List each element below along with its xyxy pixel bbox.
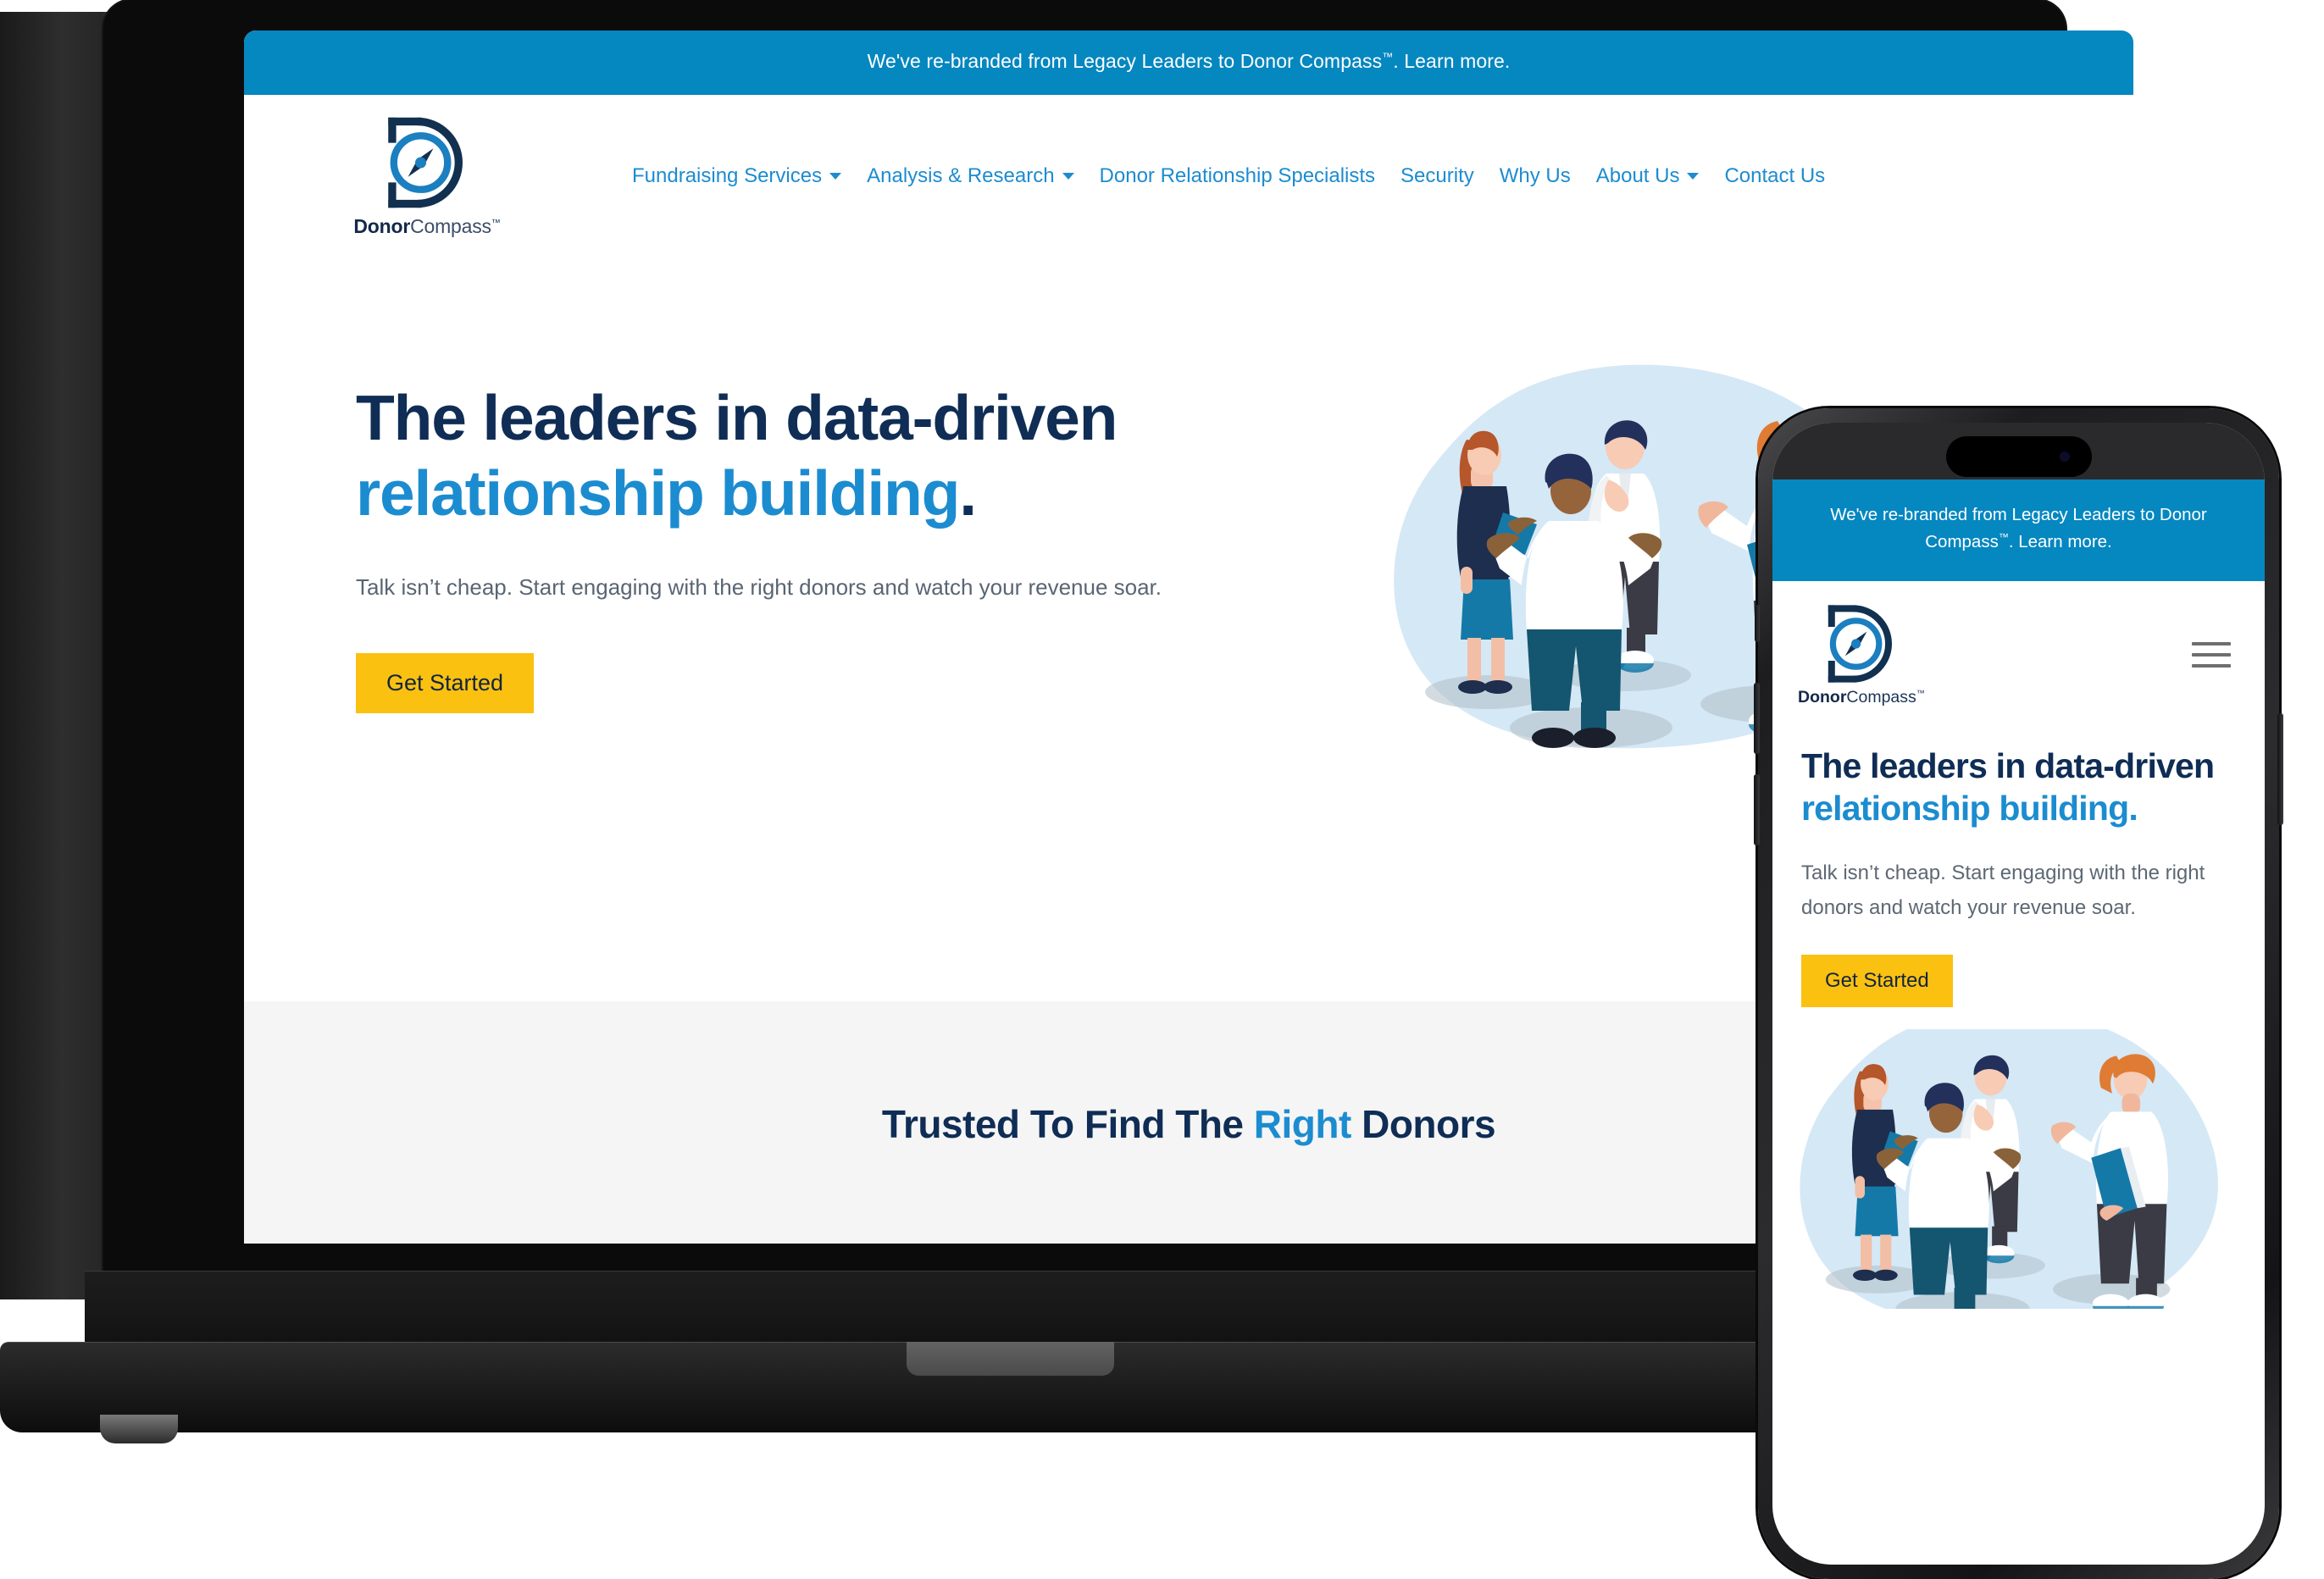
laptop-foot-pad: [100, 1415, 178, 1443]
trusted-heading-before: Trusted To Find The: [881, 1102, 1254, 1146]
main-navigation-bar: DonorCompass™ Fundraising Services Analy…: [244, 95, 2133, 255]
nav-item-analysis-research[interactable]: Analysis & Research: [867, 164, 1074, 188]
hamburger-line: [2192, 653, 2231, 657]
announcement-banner[interactable]: We've re-branded from Legacy Leaders to …: [244, 30, 2133, 95]
mobile-hero-section: The leaders in data-driven relationship …: [1772, 723, 2265, 1007]
nav-item-why-us[interactable]: Why Us: [1500, 164, 1571, 188]
nav-label: Fundraising Services: [632, 164, 823, 188]
hero-heading-line1: The leaders in data-driven: [356, 381, 1118, 453]
hamburger-menu-icon[interactable]: [2192, 642, 2231, 668]
mobile-heading-line2-dark: driven: [2114, 745, 2215, 785]
phone-silent-switch[interactable]: [1755, 605, 1760, 642]
donor-compass-logo-icon: [1828, 604, 1892, 683]
nav-label: Analysis & Research: [867, 164, 1055, 188]
trusted-heading-after: Donors: [1351, 1102, 1496, 1146]
mobile-header: DonorCompass™: [1772, 581, 2265, 723]
laptop-rear-panel-shadow: [0, 12, 103, 1299]
mobile-illustration-wrap: [1772, 1028, 2265, 1309]
logo-trademark: ™: [491, 218, 501, 229]
mobile-heading-period: .: [2128, 789, 2138, 828]
announcement-text-after: . Learn more.: [1393, 50, 1511, 72]
hero-heading: The leaders in data-driven relationship …: [356, 380, 1184, 532]
mobile-hero-heading: The leaders in data-driven relationship …: [1801, 745, 2236, 831]
trusted-heading-accent: Right: [1253, 1102, 1352, 1146]
nav-item-list: Fundraising Services Analysis & Research…: [632, 164, 1825, 188]
phone-volume-down-button[interactable]: [1754, 774, 1760, 845]
logo-word-compass: Compass: [410, 214, 491, 237]
mobile-hero-subheading: Talk isn’t cheap. Start engaging with th…: [1801, 862, 2205, 920]
mobile-announcement-banner[interactable]: We've re-branded from Legacy Leaders to …: [1772, 479, 2265, 581]
logo-word-donor: Donor: [353, 214, 411, 237]
nav-label: Contact Us: [1724, 164, 1826, 188]
phone-power-button[interactable]: [2277, 713, 2283, 825]
site-logo[interactable]: DonorCompass™: [353, 115, 501, 238]
hero-heading-accent: relationship building: [356, 457, 960, 529]
mobile-logo-word-donor: Donor: [1798, 687, 1847, 706]
hamburger-line: [2192, 664, 2231, 668]
trademark-symbol: ™: [1382, 50, 1394, 64]
mobile-site-logo[interactable]: DonorCompass™: [1798, 603, 1925, 707]
hamburger-line: [2192, 642, 2231, 646]
mobile-logo-word-compass: Compass: [1846, 687, 1916, 706]
mobile-logo-trademark: ™: [1916, 689, 1925, 699]
phone-volume-up-button[interactable]: [1754, 683, 1760, 754]
laptop-front-notch: [907, 1342, 1114, 1376]
chevron-down-icon: [1062, 173, 1074, 180]
mobile-heading-accent: relationship building: [1801, 789, 2129, 828]
nav-label: About Us: [1595, 164, 1680, 188]
group-of-people-talking-illustration: [1800, 1028, 2218, 1309]
hero-heading-period: .: [959, 457, 977, 529]
mobile-trademark-symbol: ™: [1998, 530, 2009, 543]
mobile-announcement-text-after: . Learn more.: [2008, 531, 2112, 551]
nav-label: Why Us: [1499, 164, 1571, 188]
nav-item-fundraising-services[interactable]: Fundraising Services: [632, 164, 842, 188]
hero-text-column: The leaders in data-driven relationship …: [244, 380, 1184, 714]
nav-item-donor-relationship-specialists[interactable]: Donor Relationship Specialists: [1100, 164, 1376, 188]
phone-mockup: We've re-branded from Legacy Leaders to …: [1754, 408, 2283, 1579]
front-camera-icon: [2059, 452, 2070, 462]
donor-compass-logo-icon: [388, 117, 463, 208]
hero-subheading: Talk isn’t cheap. Start engaging with th…: [356, 574, 1162, 601]
phone-screen: We've re-branded from Legacy Leaders to …: [1772, 423, 2265, 1565]
mobile-heading-line1: The leaders in data-: [1801, 745, 2115, 785]
mobile-get-started-button[interactable]: Get Started: [1801, 954, 1953, 1007]
nav-item-security[interactable]: Security: [1401, 164, 1474, 188]
laptop-mockup: We've re-branded from Legacy Leaders to …: [0, 0, 2144, 1443]
nav-item-about-us[interactable]: About Us: [1596, 164, 1700, 188]
logo-wordmark: DonorCompass™: [353, 215, 500, 238]
mobile-logo-wordmark: DonorCompass™: [1798, 688, 1925, 707]
phone-dynamic-island: [1945, 436, 2092, 477]
announcement-text-before: We've re-branded from Legacy Leaders to …: [867, 50, 1383, 72]
nav-item-contact-us[interactable]: Contact Us: [1724, 164, 1825, 188]
get-started-button[interactable]: Get Started: [356, 653, 535, 714]
chevron-down-icon: [829, 173, 842, 180]
nav-label: Donor Relationship Specialists: [1099, 164, 1376, 188]
chevron-down-icon: [1687, 173, 1700, 180]
phone-status-bar: [1772, 423, 2265, 479]
nav-label: Security: [1401, 164, 1474, 188]
